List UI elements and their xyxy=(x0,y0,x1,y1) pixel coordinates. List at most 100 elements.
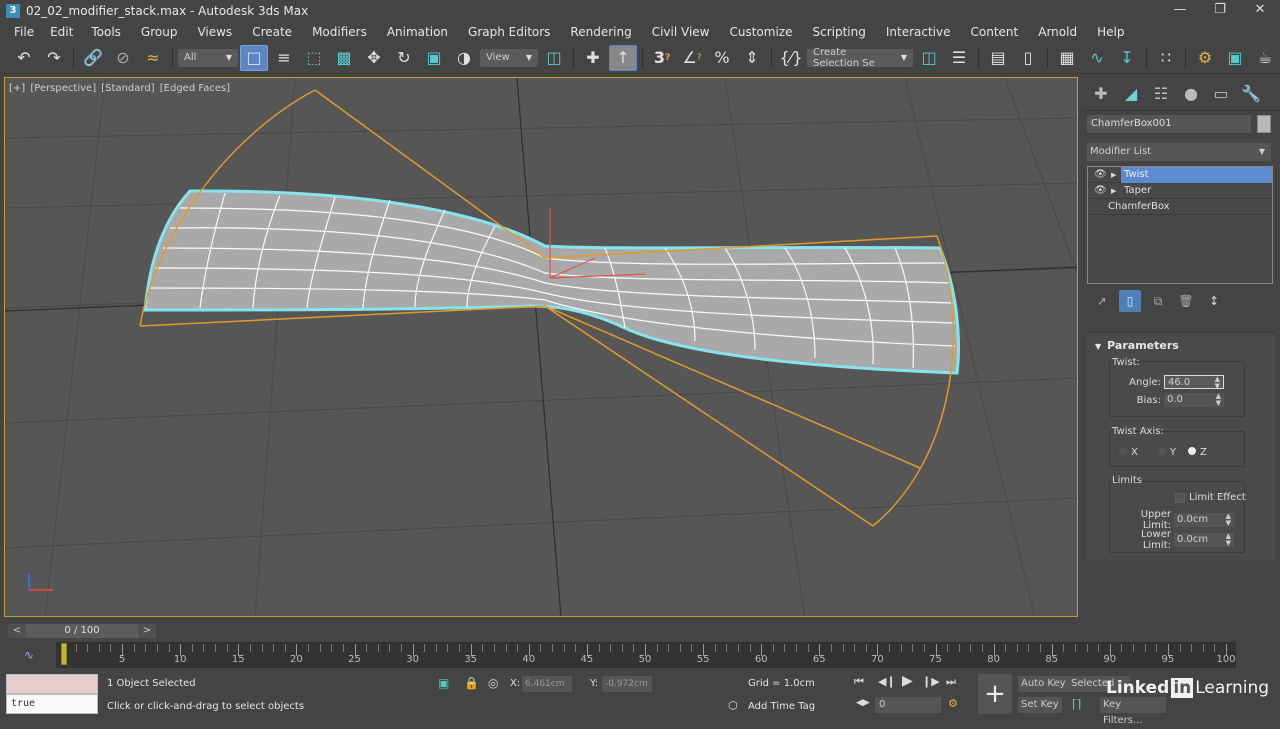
limit-effect-checkbox[interactable] xyxy=(1175,492,1185,503)
maxscript-result-field[interactable]: true xyxy=(6,694,98,714)
show-end-result-icon[interactable]: ▯ xyxy=(1119,290,1141,312)
current-frame-field[interactable]: 0 xyxy=(875,697,941,713)
parameters-rollout-header[interactable]: ▼ Parameters xyxy=(1095,339,1179,352)
key-mode-toggle-icon[interactable]: ◀▶ xyxy=(856,698,870,708)
snaps-3d-icon[interactable]: 3? xyxy=(648,45,676,71)
axis-radio-x[interactable]: X xyxy=(1103,447,1138,458)
object-color-swatch[interactable] xyxy=(1257,115,1271,133)
y-coord-field[interactable]: -0.972cm xyxy=(602,676,652,692)
stack-item-chamferbox[interactable]: ChamferBox xyxy=(1088,199,1272,215)
go-to-end-icon[interactable]: ⏭ xyxy=(946,675,956,689)
schematic-view-icon[interactable]: ∷ xyxy=(1152,45,1180,71)
restore-button[interactable]: ❐ xyxy=(1200,0,1240,22)
scale-icon[interactable]: ▣ xyxy=(420,45,448,71)
window-crossing-icon[interactable]: ▩ xyxy=(330,45,358,71)
axis-radio-y[interactable]: Y xyxy=(1142,447,1176,458)
maxscript-listener-input[interactable] xyxy=(6,674,98,694)
minimize-button[interactable]: — xyxy=(1160,0,1200,22)
absolute-mode-icon[interactable]: ◎ xyxy=(488,676,498,690)
object-name-field[interactable]: ChamferBox001 xyxy=(1087,115,1251,133)
move-icon[interactable]: ✥ xyxy=(360,45,388,71)
reference-coord-dropdown[interactable]: View ▼ xyxy=(480,48,538,67)
next-frame-icon[interactable]: ❙▶ xyxy=(922,675,940,688)
render-icon[interactable]: ☕ xyxy=(1251,45,1279,71)
expand-arrow-icon[interactable]: ▶ xyxy=(1111,187,1121,195)
rectangle-selection-icon[interactable]: ⬚ xyxy=(300,45,328,71)
menu-edit[interactable]: Edit xyxy=(42,25,81,39)
pivot-icon[interactable]: ◫ xyxy=(540,45,568,71)
select-by-name-icon[interactable]: ≡ xyxy=(270,45,298,71)
default-tangents-icon[interactable]: ⌈⌉ xyxy=(1072,697,1081,711)
track-strip[interactable]: 5 10 15 20 25 30 35 40 45 50 55 60 65 70 75 80 85 90 95 100 xyxy=(56,642,1236,668)
viewport-menu-plus[interactable]: [+] xyxy=(9,83,25,94)
menu-interactive[interactable]: Interactive xyxy=(876,25,961,39)
set-key-button[interactable]: Set Key xyxy=(1018,697,1062,713)
mini-curve-editor-icon[interactable]: ∿ xyxy=(24,648,34,662)
eye-icon[interactable]: 👁 xyxy=(1094,185,1108,196)
menu-arnold[interactable]: Arnold xyxy=(1028,25,1087,39)
menu-file[interactable]: File xyxy=(6,25,42,39)
named-selection-dropdown[interactable]: Create Selection Se ▼ xyxy=(807,47,913,69)
lower-limit-spinner[interactable]: 0.0cm ▲ ▼ xyxy=(1174,533,1234,547)
unlink-icon[interactable]: ⊘ xyxy=(109,45,137,71)
menu-rendering[interactable]: Rendering xyxy=(560,25,641,39)
bias-spinner[interactable]: 0.0 ▲ ▼ xyxy=(1164,393,1224,407)
viewport-shading-mode[interactable]: [Standard] xyxy=(101,83,154,94)
next-frame-button[interactable]: > xyxy=(138,624,156,638)
viewport-display-mode[interactable]: [Edged Faces] xyxy=(160,83,230,94)
configure-modifier-sets-icon[interactable]: ↕ xyxy=(1203,290,1225,312)
time-slider[interactable]: < 0 / 100 > xyxy=(8,624,156,638)
stack-item-twist[interactable]: 👁 ▶ Twist xyxy=(1088,166,1272,183)
scene-explorer-icon[interactable]: ▤ xyxy=(984,45,1012,71)
spinner-arrows-icon[interactable]: ▲ ▼ xyxy=(1226,513,1231,527)
app-icon[interactable]: 3 xyxy=(6,4,20,18)
bind-space-warp-icon[interactable]: ≈ xyxy=(139,45,167,71)
time-tag-icon[interactable]: ⬡ xyxy=(728,699,738,712)
key-filters-button[interactable]: Key Filters... xyxy=(1100,697,1166,726)
angle-snap-icon[interactable]: ∠? xyxy=(678,45,706,71)
make-unique-icon[interactable]: ⧉ xyxy=(1147,290,1169,312)
align-icon[interactable]: ☰ xyxy=(945,45,973,71)
perspective-viewport[interactable]: [+] [Perspective] [Standard] [Edged Face… xyxy=(4,77,1078,617)
angle-spinner[interactable]: 46.0 ▲ ▼ xyxy=(1164,375,1224,390)
modify-icon[interactable]: ◢ xyxy=(1116,81,1146,107)
play-icon[interactable]: ▶ xyxy=(902,673,913,689)
time-slider-thumb[interactable]: 0 / 100 xyxy=(26,624,138,638)
mirror-icon[interactable]: ◫ xyxy=(915,45,943,71)
spinner-arrows-icon[interactable]: ▲ ▼ xyxy=(1216,393,1221,407)
display-icon[interactable]: ▭ xyxy=(1206,81,1236,107)
keyboard-shortcut-icon[interactable]: ↑ xyxy=(609,44,637,71)
remove-modifier-icon[interactable]: 🗑 xyxy=(1175,290,1197,312)
close-button[interactable]: ✕ xyxy=(1240,0,1280,22)
dope-sheet-icon[interactable]: ↧ xyxy=(1113,45,1141,71)
previous-frame-icon[interactable]: ◀❙ xyxy=(878,675,896,688)
time-configuration-icon[interactable]: ⚙ xyxy=(948,697,958,710)
motion-icon[interactable]: ● xyxy=(1176,81,1206,107)
menu-tools[interactable]: Tools xyxy=(81,25,131,39)
manipulate-icon[interactable]: ✚ xyxy=(579,45,607,71)
auto-key-button[interactable]: Auto Key xyxy=(1018,676,1069,692)
select-object-icon[interactable]: □ xyxy=(240,44,268,71)
utilities-icon[interactable]: 🔧 xyxy=(1236,81,1266,107)
edit-named-selections-icon[interactable]: {⁄} xyxy=(777,45,805,71)
menu-graph-editors[interactable]: Graph Editors xyxy=(458,25,560,39)
expand-arrow-icon[interactable]: ▶ xyxy=(1111,171,1121,179)
rotate-icon[interactable]: ↻ xyxy=(390,45,418,71)
curve-editor-icon[interactable]: ∿ xyxy=(1083,45,1111,71)
selection-lock-icon[interactable]: 🔒 xyxy=(464,676,479,690)
x-coord-field[interactable]: 6.461cm xyxy=(522,676,572,692)
set-keys-button[interactable]: + xyxy=(978,674,1012,714)
menu-civil-view[interactable]: Civil View xyxy=(642,25,720,39)
rendered-frame-window-icon[interactable]: ▣ xyxy=(1221,45,1249,71)
axis-radio-z[interactable]: Z xyxy=(1180,447,1207,458)
toggle-ribbon-icon[interactable]: ▦ xyxy=(1053,45,1081,71)
spinner-arrows-icon[interactable]: ▲ ▼ xyxy=(1215,376,1220,390)
limit-effect-row[interactable]: Limit Effect xyxy=(1175,492,1246,503)
upper-limit-spinner[interactable]: 0.0cm ▲ ▼ xyxy=(1174,513,1234,527)
menu-customize[interactable]: Customize xyxy=(719,25,802,39)
layer-explorer-icon[interactable]: ▯ xyxy=(1014,45,1042,71)
go-to-start-icon[interactable]: ⏮ xyxy=(854,675,864,689)
stack-item-taper[interactable]: 👁 ▶ Taper xyxy=(1088,183,1272,199)
spinner-arrows-icon[interactable]: ▲ ▼ xyxy=(1226,533,1231,547)
undo-icon[interactable]: ↶ xyxy=(10,45,38,71)
